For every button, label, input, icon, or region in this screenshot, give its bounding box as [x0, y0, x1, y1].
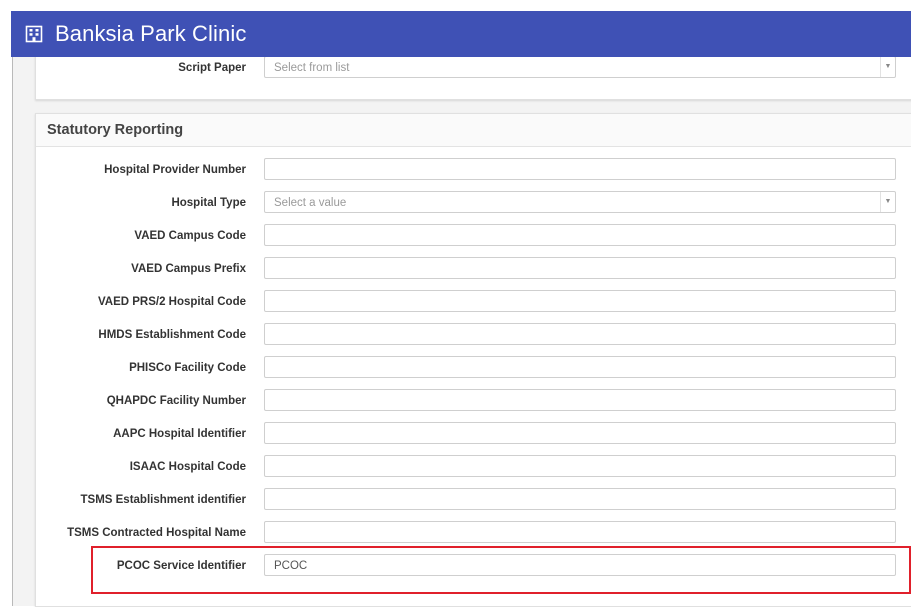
form-row-aapc-hospital-identifier: AAPC Hospital Identifier: [36, 422, 911, 446]
form-row-isaac-hospital-code: ISAAC Hospital Code: [36, 455, 911, 479]
vaed-campus-code-input[interactable]: [264, 224, 896, 246]
form-row-phisco-facility-code: PHISCo Facility Code: [36, 356, 911, 380]
tsms-contracted-hospital-name-input[interactable]: [264, 521, 896, 543]
field-label: HMDS Establishment Code: [98, 329, 246, 341]
app-header: Banksia Park Clinic: [11, 11, 911, 57]
form-row-hospital-type: Hospital Type Select a value ▼: [36, 191, 911, 215]
statutory-reporting-card: Statutory Reporting Hospital Provider Nu…: [35, 113, 911, 607]
section-title: Statutory Reporting: [36, 114, 911, 147]
qhapdc-facility-number-input[interactable]: [264, 389, 896, 411]
field-label: Script Paper: [178, 62, 246, 74]
form-row-hospital-provider-number: Hospital Provider Number: [36, 158, 911, 182]
field-label: AAPC Hospital Identifier: [113, 428, 246, 440]
field-label: VAED Campus Code: [134, 230, 246, 242]
aapc-hospital-identifier-input[interactable]: [264, 422, 896, 444]
building-icon: [25, 25, 43, 43]
field-label: PHISCo Facility Code: [129, 362, 246, 374]
form-row-vaed-prs2-hospital-code: VAED PRS/2 Hospital Code: [36, 290, 911, 314]
field-label: Hospital Type: [171, 197, 246, 209]
form-row-vaed-campus-prefix: VAED Campus Prefix: [36, 257, 911, 281]
field-label: ISAAC Hospital Code: [129, 461, 246, 473]
field-label: VAED PRS/2 Hospital Code: [97, 296, 246, 308]
form-row-vaed-campus-code: VAED Campus Code: [36, 224, 911, 248]
highlight-box: [91, 546, 911, 594]
isaac-hospital-code-input[interactable]: [264, 455, 896, 477]
hospital-type-select[interactable]: Select a value ▼: [264, 191, 896, 213]
phisco-facility-code-input[interactable]: [264, 356, 896, 378]
vaed-campus-prefix-input[interactable]: [264, 257, 896, 279]
caret-down-icon: ▼: [880, 192, 895, 212]
field-label: TSMS Contracted Hospital Name: [67, 527, 246, 539]
form-row-qhapdc-facility-number: QHAPDC Facility Number: [36, 389, 911, 413]
caret-down-icon: ▼: [880, 57, 895, 77]
form-row-script-paper: Script Paper Select from list ▼: [36, 56, 911, 80]
hospital-provider-number-input[interactable]: [264, 158, 896, 180]
field-label: QHAPDC Facility Number: [106, 395, 246, 407]
form-row-tsms-contracted-hospital-name: TSMS Contracted Hospital Name: [36, 521, 911, 545]
field-label: VAED Campus Prefix: [131, 263, 246, 275]
field-label: Hospital Provider Number: [104, 164, 246, 176]
form-row-hmds-establishment-code: HMDS Establishment Code: [36, 323, 911, 347]
hmds-establishment-code-input[interactable]: [264, 323, 896, 345]
tsms-establishment-identifier-input[interactable]: [264, 488, 896, 510]
field-label: TSMS Establishment identifier: [80, 494, 247, 506]
app-title: Banksia Park Clinic: [55, 21, 247, 46]
form-row-tsms-establishment-identifier: TSMS Establishment identifier: [36, 488, 911, 512]
script-paper-select[interactable]: Select from list ▼: [264, 56, 896, 78]
vaed-prs2-hospital-code-input[interactable]: [264, 290, 896, 312]
